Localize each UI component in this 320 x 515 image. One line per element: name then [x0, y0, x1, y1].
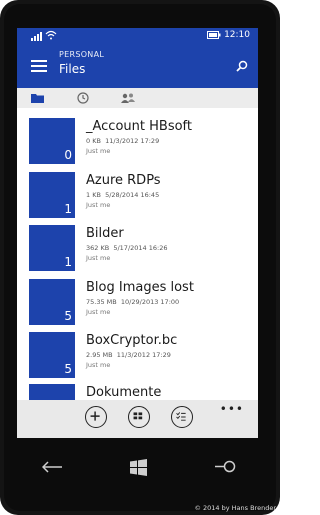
list-item[interactable]: 1 Bilder 362 KB 5/17/2014 16:26 Just me	[17, 225, 258, 275]
folder-thumbnail: 1	[29, 225, 75, 271]
wifi-icon	[45, 30, 57, 40]
file-size: 75.35 MB	[86, 298, 117, 306]
hamburger-menu-icon[interactable]	[31, 60, 47, 73]
app-header: PERSONAL Files	[17, 44, 258, 88]
file-name: Azure RDPs	[86, 173, 161, 188]
status-bar: 12:10	[17, 28, 258, 44]
list-item[interactable]: 5 Blog Images lost 75.35 MB 10/29/2013 1…	[17, 279, 258, 329]
item-count: 1	[64, 202, 72, 216]
tab-shared-people-icon[interactable]	[119, 91, 137, 105]
add-icon[interactable]	[85, 406, 107, 428]
screen: 12:10 PERSONAL Files 0 _Account HBsoft 0…	[17, 28, 258, 438]
file-date: 11/3/2012 17:29	[105, 137, 160, 145]
file-date: 5/17/2014 16:26	[113, 244, 168, 252]
folder-thumbnail: 5	[29, 279, 75, 325]
file-meta: 362 KB 5/17/2014 16:26	[86, 244, 167, 252]
windows-start-key-icon[interactable]	[130, 459, 148, 476]
status-time: 12:10	[224, 30, 250, 40]
file-meta: 75.35 MB 10/29/2013 17:00	[86, 298, 179, 306]
folder-thumbnail: 5	[29, 332, 75, 378]
header-subtitle: PERSONAL	[59, 50, 105, 59]
search-key-icon[interactable]	[214, 460, 236, 473]
file-owner: Just me	[86, 361, 111, 369]
file-owner: Just me	[86, 147, 111, 155]
signal-icon	[31, 31, 42, 41]
file-date: 10/29/2013 17:00	[120, 298, 180, 306]
file-name: _Account HBsoft	[86, 119, 192, 134]
file-date: 5/28/2014 16:45	[105, 191, 160, 199]
file-name: Dokumente	[86, 385, 162, 400]
file-size: 362 KB	[86, 244, 110, 252]
item-count: 5	[64, 362, 72, 376]
tab-folder-icon[interactable]	[29, 91, 47, 105]
item-count: 1	[64, 255, 72, 269]
search-icon[interactable]	[236, 60, 248, 72]
more-options-button[interactable]: •••	[220, 402, 244, 416]
file-date: 11/3/2012 17:29	[116, 351, 171, 359]
app-bar: •••	[17, 400, 258, 438]
file-size: 0 KB	[86, 137, 101, 145]
tab-bar	[17, 88, 258, 108]
file-size: 2.95 MB	[86, 351, 113, 359]
file-name: BoxCryptor.bc	[86, 333, 178, 348]
file-name: Bilder	[86, 226, 124, 241]
file-meta: 0 KB 11/3/2012 17:29	[86, 137, 159, 145]
battery-icon	[207, 31, 221, 39]
file-size: 1 KB	[86, 191, 101, 199]
list-item[interactable]: 0 _Account HBsoft 0 KB 11/3/2012 17:29 J…	[17, 118, 258, 168]
file-meta: 1 KB 5/28/2014 16:45	[86, 191, 159, 199]
back-key-icon[interactable]	[42, 461, 64, 473]
copyright-credit: © 2014 by Hans Brender	[194, 504, 276, 512]
list-item[interactable]: 5 BoxCryptor.bc 2.95 MB 11/3/2012 17:29 …	[17, 332, 258, 382]
checklist-icon[interactable]	[171, 406, 193, 428]
folder-thumbnail: 1	[29, 172, 75, 218]
list-item[interactable]: 1 Azure RDPs 1 KB 5/28/2014 16:45 Just m…	[17, 172, 258, 222]
item-count: 5	[64, 309, 72, 323]
file-owner: Just me	[86, 254, 111, 262]
file-name: Blog Images lost	[86, 280, 194, 295]
page-title: Files	[59, 62, 86, 76]
file-owner: Just me	[86, 201, 111, 209]
file-owner: Just me	[86, 308, 111, 316]
folder-thumbnail: 0	[29, 118, 75, 164]
file-meta: 2.95 MB 11/3/2012 17:29	[86, 351, 171, 359]
phone-frame: 12:10 PERSONAL Files 0 _Account HBsoft 0…	[0, 0, 280, 515]
hardware-nav-keys	[0, 448, 280, 498]
tab-recent-clock-icon[interactable]	[74, 91, 92, 105]
item-count: 0	[64, 148, 72, 162]
select-all-icon[interactable]	[128, 406, 150, 428]
